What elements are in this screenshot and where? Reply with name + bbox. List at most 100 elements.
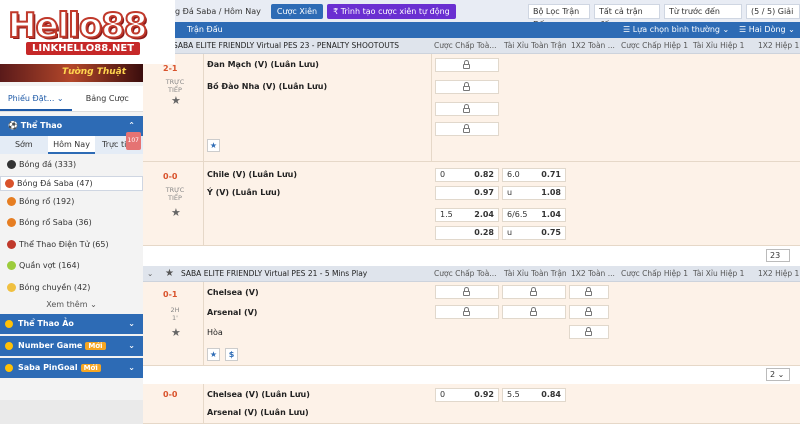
tab-live[interactable]: Trực tiếp 107 bbox=[95, 132, 143, 154]
category-icon bbox=[5, 320, 13, 328]
favorite-star-icon[interactable]: ★ bbox=[165, 266, 174, 282]
all-matches-select[interactable]: Tất cả trận đấu ⌄ bbox=[594, 3, 660, 29]
match-score: 0-0 bbox=[163, 172, 178, 181]
sport-count: (192) bbox=[52, 196, 75, 206]
match-row: 0-0 TRỰC TIẾP ★ Chile (V) (Luân Lưu) Ý (… bbox=[143, 162, 800, 246]
lock-icon bbox=[462, 124, 471, 133]
col-1x2-ft: 1X2 Toàn ... bbox=[571, 41, 615, 50]
promo-banner[interactable]: Tường Thuật bbox=[0, 64, 143, 82]
matches-label: Trận Đấu bbox=[187, 25, 223, 34]
sidebar-item-sport[interactable]: Quần vợt (164) bbox=[0, 255, 143, 277]
tab-early[interactable]: Sớm bbox=[0, 136, 48, 154]
more-bets-select[interactable]: 23 ⌄ bbox=[766, 249, 790, 271]
home-team: Đan Mạch (V) (Luân Lưu) bbox=[207, 60, 319, 69]
match-score: 0-1 bbox=[163, 290, 178, 299]
col-ou-1h: Tài Xỉu Hiệp 1 bbox=[693, 41, 745, 50]
col-handicap-ft: Cược Chấp Toà... bbox=[434, 41, 497, 50]
match-filter-select[interactable]: Bộ Lọc Trận Đấu ⌄ bbox=[528, 3, 590, 29]
col-ou-ft: Tài Xỉu Toàn Trận bbox=[504, 269, 567, 278]
lock-icon bbox=[462, 104, 471, 113]
favorite-star-icon[interactable]: ★ bbox=[207, 139, 220, 152]
sidebar-category[interactable]: Number Game Mới ⌄ bbox=[0, 336, 143, 356]
sports-section-header[interactable]: ⚽ Thể Thao ⌃ bbox=[0, 116, 143, 136]
time-range-select[interactable]: Từ trước đến nay ⌄ bbox=[664, 3, 742, 29]
sport-count: (36) bbox=[75, 218, 92, 228]
lock-icon bbox=[462, 307, 471, 316]
sport-label: Bóng chuyền bbox=[19, 282, 72, 292]
breadcrumb: g Đá Saba / Hôm Nay bbox=[175, 6, 261, 16]
odds-cell[interactable]: 6/6.5 1.04 bbox=[502, 208, 566, 222]
odds-cell-locked bbox=[502, 305, 566, 319]
new-badge: Mới bbox=[85, 342, 106, 350]
odds-cell[interactable]: 6.0 0.71 bbox=[502, 168, 566, 182]
sport-count: (47) bbox=[76, 178, 93, 188]
sport-ball-icon bbox=[7, 261, 16, 271]
league-count-select[interactable]: (5 / 5) Giải bbox=[746, 3, 800, 19]
main-content: g Đá Saba / Hôm Nay Cược Xiên ₹ Trình tạ… bbox=[143, 0, 800, 424]
more-bets-select[interactable]: 2 ⌄ bbox=[766, 368, 790, 381]
league-header[interactable]: ⌄ ★ SABA ELITE FRIENDLY Virtual PES 23 -… bbox=[143, 38, 800, 54]
odds-cell[interactable]: 0.97 bbox=[435, 186, 499, 200]
lock-icon bbox=[584, 327, 593, 336]
odds-cell[interactable]: u 1.08 bbox=[502, 186, 566, 200]
match-minute: 1' bbox=[172, 314, 178, 322]
auto-parlay-button[interactable]: ₹ Trình tạo cược xiên tự động bbox=[327, 3, 456, 19]
home-team: Chelsea (V) bbox=[207, 288, 259, 297]
category-list: Thể Thao Ảo ⌄ Number Game Mới ⌄ Saba PinGoal M… bbox=[0, 314, 143, 378]
lock-icon bbox=[529, 307, 538, 316]
sport-ball-icon bbox=[7, 218, 16, 228]
league-header[interactable]: ⌄ ★ SABA ELITE FRIENDLY Virtual PES 21 -… bbox=[143, 266, 800, 282]
tab-bet-list[interactable]: Bảng Cược bbox=[72, 86, 144, 111]
sport-ball-icon bbox=[7, 160, 16, 170]
lock-icon bbox=[462, 82, 471, 91]
dollar-icon[interactable]: $ bbox=[225, 348, 238, 361]
sidebar-item-sport[interactable]: Bóng rổ (192) bbox=[0, 190, 143, 212]
chevron-down-icon: ⌄ bbox=[128, 363, 135, 372]
sidebar-item-sport[interactable]: Bóng chuyền (42) bbox=[0, 276, 143, 298]
sidebar-item-sport[interactable]: Bóng rổ Saba (36) bbox=[0, 212, 143, 234]
lock-icon bbox=[462, 60, 471, 69]
odds-cell[interactable]: u 0.75 bbox=[502, 226, 566, 240]
brand-url: LINKHELLO88.NET bbox=[26, 42, 141, 55]
sidebar-category[interactable]: Thể Thao Ảo ⌄ bbox=[0, 314, 143, 334]
chevron-down-icon[interactable]: ⌄ bbox=[147, 266, 153, 282]
sport-label: Quần vợt bbox=[19, 261, 56, 271]
odds-cell[interactable]: 0 0.82 bbox=[435, 168, 499, 182]
sport-label: Bóng đá bbox=[19, 160, 53, 170]
sidebar-item-sport[interactable]: Thể Thao Điện Tử (65) bbox=[0, 233, 143, 255]
odds-cell-locked bbox=[435, 305, 499, 319]
favorite-star-icon[interactable]: ★ bbox=[207, 348, 220, 361]
favorite-star-icon[interactable]: ★ bbox=[171, 326, 181, 339]
odds-cell[interactable]: 1.5 2.04 bbox=[435, 208, 499, 222]
odds-view-select[interactable]: ☰ Hai Dòng ⌄ bbox=[739, 22, 795, 38]
tab-today[interactable]: Hôm Nay bbox=[47, 136, 96, 154]
match-score: 0-0 bbox=[163, 390, 178, 399]
sport-ball-icon bbox=[7, 239, 16, 249]
chevron-down-icon: ⌄ bbox=[128, 341, 135, 350]
odds-cell-locked bbox=[435, 285, 499, 299]
favorite-star-icon[interactable]: ★ bbox=[171, 206, 181, 219]
brand-logo[interactable]: Hello88 LINKHELLO88.NET bbox=[0, 0, 175, 64]
category-label: Saba PinGoal bbox=[18, 363, 78, 372]
odds-cell-locked bbox=[502, 285, 566, 299]
sort-select[interactable]: ☰ Lựa chọn bình thường ⌄ bbox=[623, 22, 729, 38]
col-handicap-1h: Cược Chấp Hiệp 1 bbox=[621, 269, 689, 278]
sidebar-category[interactable]: Saba PinGoal Mới ⌄ bbox=[0, 358, 143, 378]
more-bets-row: 2 ⌄ bbox=[143, 366, 800, 384]
sport-label: Bóng Đá Saba bbox=[17, 178, 74, 188]
sidebar-item-sport[interactable]: Bóng đá (333) bbox=[0, 154, 143, 176]
tab-bet-slip[interactable]: Phiếu Đặt... ⌄ bbox=[0, 86, 72, 111]
show-more-button[interactable]: Xem thêm ⌄ bbox=[0, 298, 143, 312]
category-icon bbox=[5, 364, 13, 372]
top-toolbar: g Đá Saba / Hôm Nay Cược Xiên ₹ Trình tạ… bbox=[143, 0, 800, 29]
col-handicap-1h: Cược Chấp Hiệp 1 bbox=[621, 41, 689, 50]
lock-icon bbox=[529, 287, 538, 296]
sport-count: (65) bbox=[92, 239, 109, 249]
sidebar-item-sport[interactable]: Bóng Đá Saba (47) bbox=[0, 175, 143, 191]
betslip-tabs: Phiếu Đặt... ⌄ Bảng Cược bbox=[0, 86, 143, 112]
odds-cell[interactable]: 0.28 bbox=[435, 226, 499, 240]
favorite-star-icon[interactable]: ★ bbox=[171, 94, 181, 107]
new-badge: Mới bbox=[80, 364, 101, 372]
sports-list: Bóng đá (333) Bóng Đá Saba (47) Bóng rổ (1… bbox=[0, 154, 143, 298]
parlay-button[interactable]: Cược Xiên bbox=[270, 3, 324, 19]
